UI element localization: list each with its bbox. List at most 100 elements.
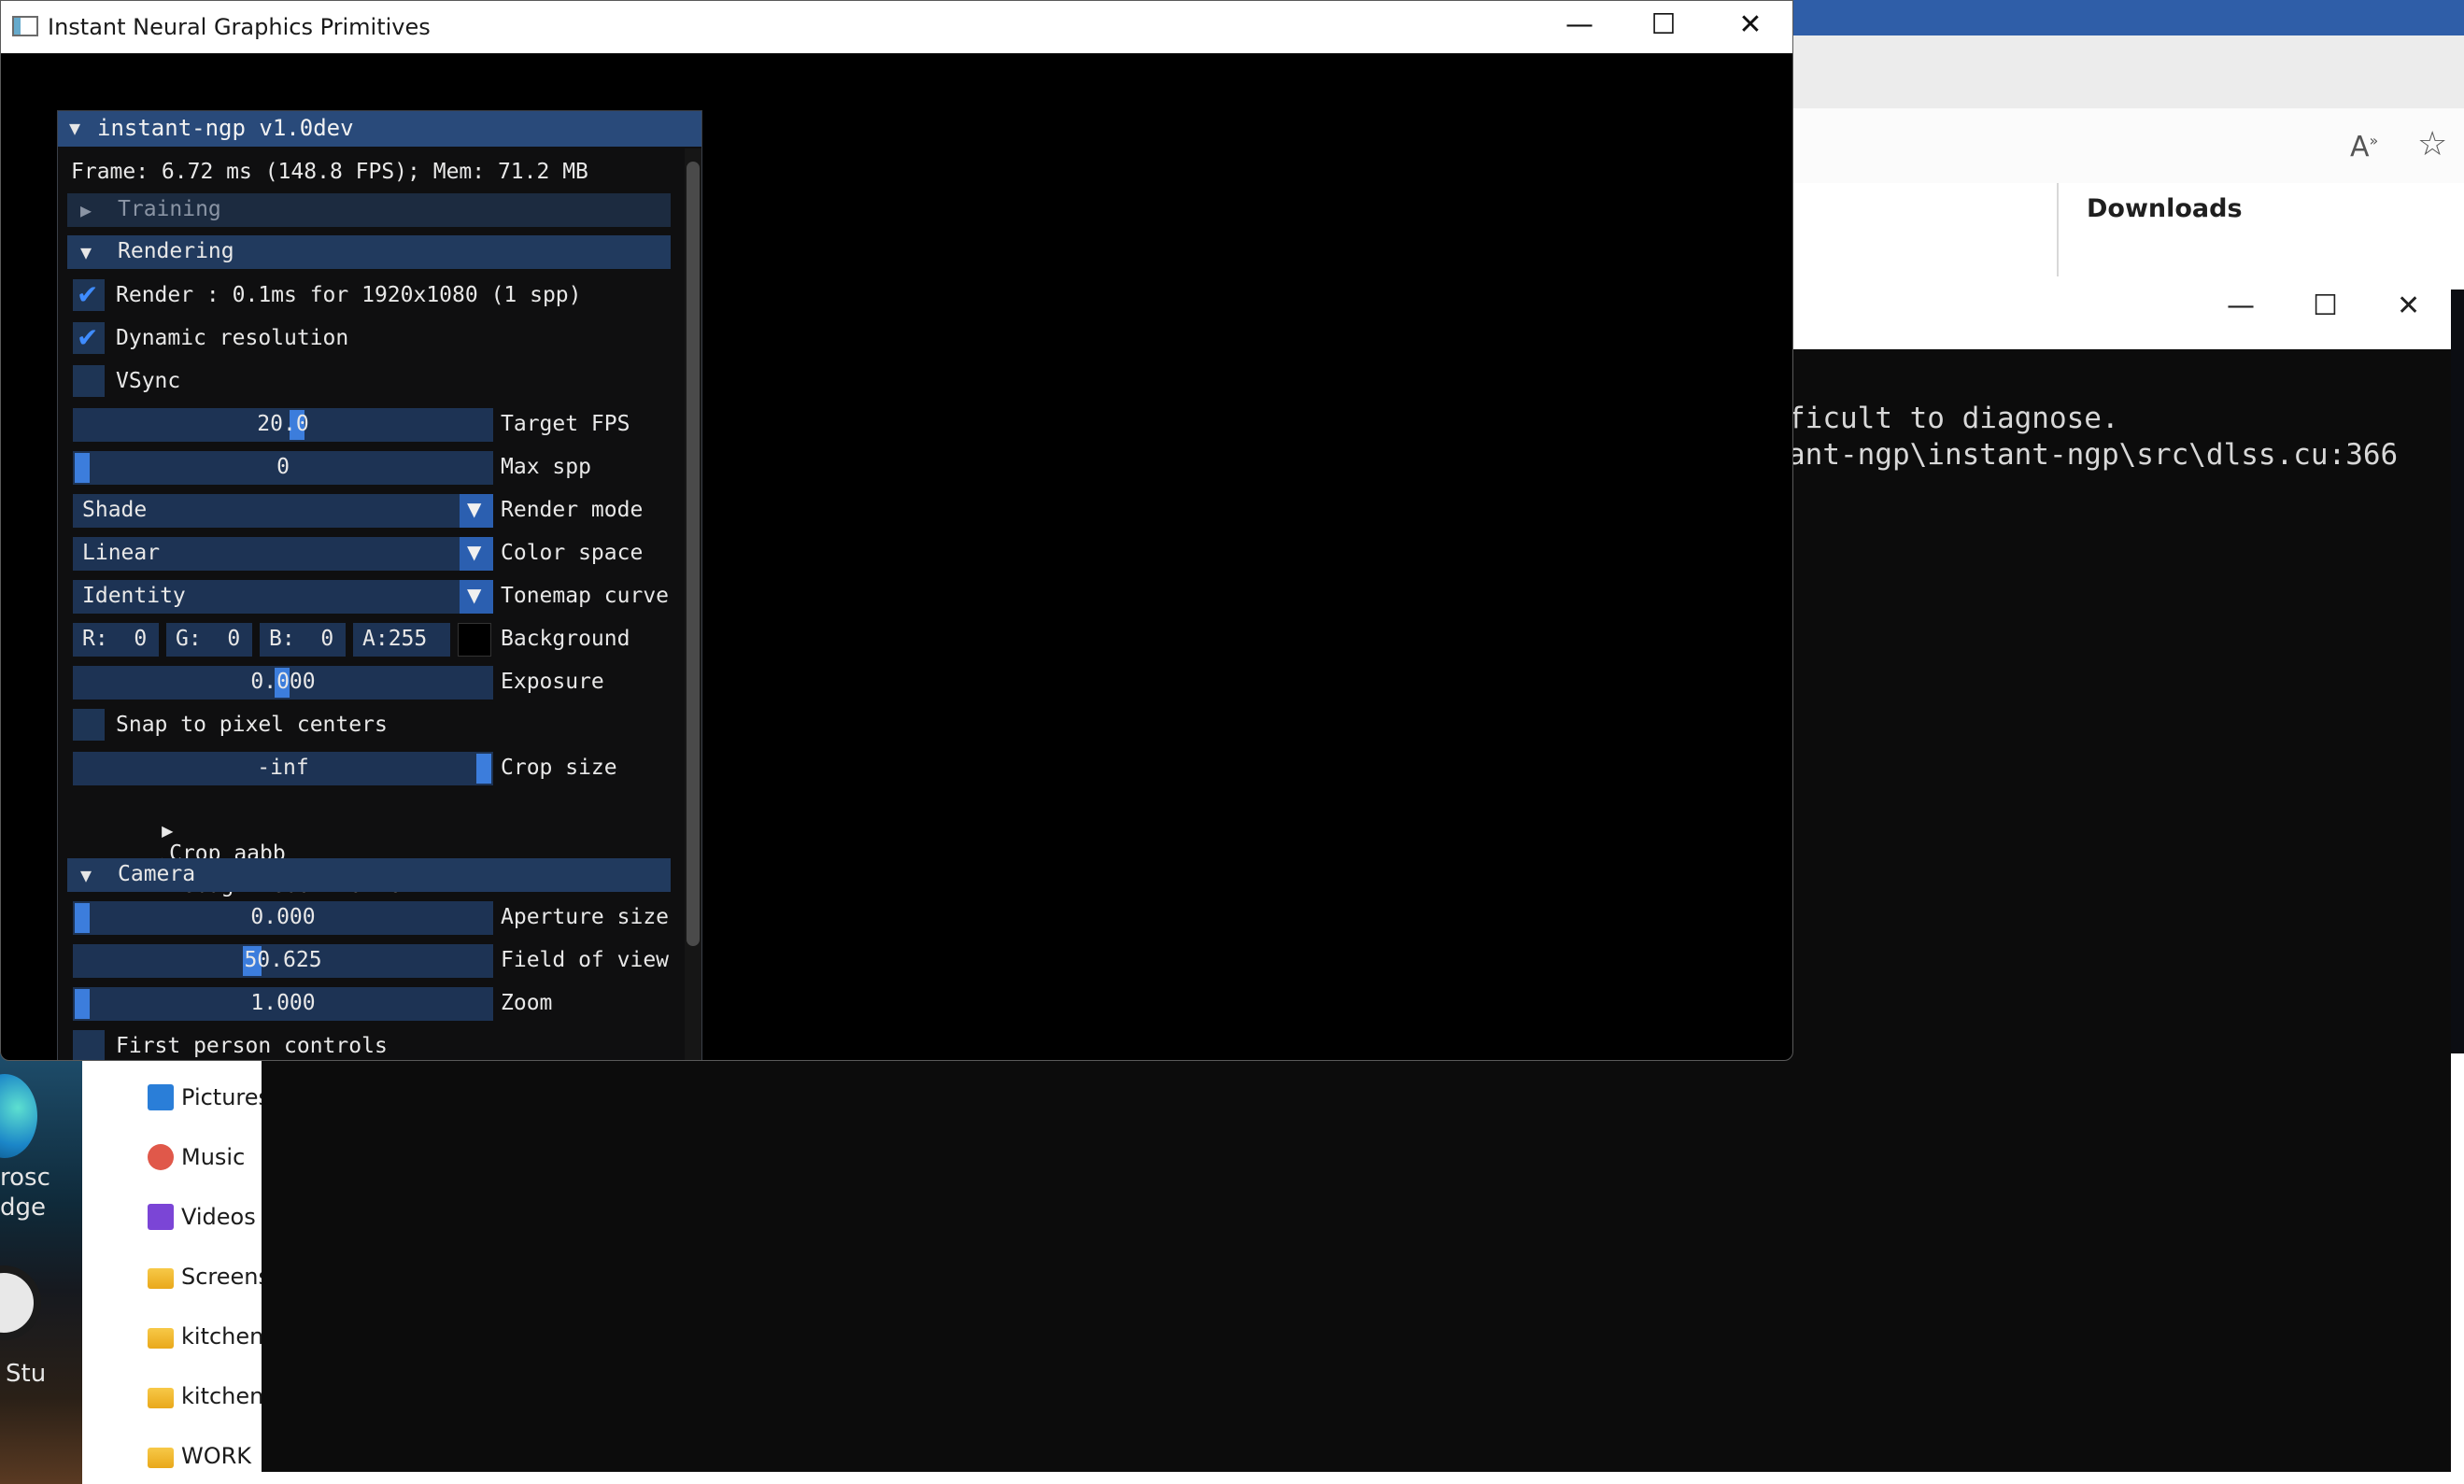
explorer-item-videos[interactable]: Videos — [148, 1194, 256, 1240]
render-mode-dropdown[interactable]: Shade — [73, 494, 493, 528]
explorer-item-label: WORK — [181, 1443, 252, 1469]
background-color-swatch[interactable] — [458, 623, 491, 657]
first-person-checkbox[interactable] — [73, 1030, 105, 1060]
imgui-panel[interactable]: ▼ instant-ngp v1.0dev Frame: 6.72 ms (14… — [57, 110, 702, 1060]
app-titlebar: Instant Neural Graphics Primitives — ☐ ✕ — [1, 1, 1792, 53]
panel-scrollbar[interactable] — [685, 148, 701, 1060]
favorites-star-icon[interactable]: ☆ — [2417, 125, 2447, 163]
panel-title: instant-ngp v1.0dev — [97, 115, 354, 141]
collapse-arrow-icon: ▼ — [80, 241, 92, 263]
close-icon[interactable]: ✕ — [1722, 8, 1778, 41]
app-title: Instant Neural Graphics Primitives — [48, 14, 431, 40]
browser-title-strip — [1681, 0, 2464, 35]
background-a-field[interactable]: A:255 — [353, 623, 450, 657]
scrollbar-thumb[interactable] — [687, 162, 700, 946]
panel-header[interactable]: ▼ instant-ngp v1.0dev — [58, 111, 701, 147]
target-fps-value: 20.0 — [257, 412, 309, 436]
exposure-slider[interactable]: 0.000 — [73, 666, 493, 700]
pictures-icon — [148, 1084, 174, 1110]
max-spp-value: 0 — [276, 455, 290, 479]
explorer-item-kitchen-1[interactable]: kitchen — [148, 1313, 263, 1360]
expand-arrow-icon: ▶ — [80, 199, 92, 221]
snap-pixel-centers-label: Snap to pixel centers — [116, 713, 388, 737]
terminal-minimize-icon[interactable]: — — [2227, 290, 2255, 322]
folder-icon — [148, 1388, 174, 1408]
folder-icon — [148, 1268, 174, 1289]
collapse-arrow-icon: ▼ — [80, 864, 92, 886]
background-b-field[interactable]: B: 0 — [260, 623, 346, 657]
explorer-item-label: kitchen — [181, 1383, 264, 1409]
target-fps-label: Target FPS — [501, 412, 630, 436]
field-of-view-label: Field of view — [501, 948, 670, 972]
dynamic-resolution-checkbox[interactable] — [73, 322, 105, 354]
chevron-down-icon[interactable] — [460, 494, 493, 528]
chevron-down-icon[interactable] — [460, 537, 493, 571]
section-rendering-label: Rendering — [118, 239, 234, 263]
render-mode-label: Render mode — [501, 498, 644, 522]
read-aloud-icon[interactable]: A» — [2350, 131, 2378, 163]
explorer-item-label: Music — [181, 1144, 246, 1170]
folder-icon — [148, 1328, 174, 1349]
exposure-label: Exposure — [501, 670, 604, 694]
explorer-item-kitchen-2[interactable]: kitchen — [148, 1373, 263, 1420]
minimize-icon[interactable]: — — [1551, 8, 1607, 41]
terminal-maximize-icon[interactable]: ☐ — [2313, 290, 2338, 322]
background-label: Background — [501, 627, 630, 651]
vsync-checkbox[interactable] — [73, 365, 105, 397]
terminal-output-line-1: ficult to diagnose. — [1788, 402, 2119, 435]
crop-size-label: Crop size — [501, 756, 617, 780]
maximize-icon[interactable]: ☐ — [1636, 8, 1692, 41]
aperture-size-slider[interactable]: 0.000 — [73, 901, 493, 935]
terminal-close-icon[interactable]: ✕ — [2397, 290, 2420, 322]
crop-size-value: -inf — [257, 756, 309, 780]
color-space-dropdown[interactable]: Linear — [73, 537, 493, 571]
background-r-field[interactable]: R: 0 — [73, 623, 159, 657]
crop-size-slider[interactable]: -inf — [73, 752, 493, 785]
background-g-field[interactable]: G: 0 — [166, 623, 252, 657]
desktop-label-obs: Stu — [6, 1360, 47, 1388]
instant-ngp-window: Instant Neural Graphics Primitives — ☐ ✕… — [0, 0, 1793, 1061]
aperture-size-label: Aperture size — [501, 905, 670, 929]
explorer-item-label: Videos — [181, 1204, 256, 1230]
exposure-value: 0.000 — [250, 670, 316, 694]
explorer-item-work[interactable]: WORK — [148, 1433, 251, 1479]
render-label: Render : 0.1ms for 1920x1080 (1 spp) — [116, 283, 582, 307]
color-space-value: Linear — [82, 541, 161, 565]
section-camera-label: Camera — [118, 862, 196, 886]
max-spp-slider[interactable]: 0 — [73, 451, 493, 485]
downloads-title: Downloads — [2087, 194, 2243, 223]
section-camera[interactable]: ▼ Camera — [67, 858, 671, 892]
collapse-arrow-icon[interactable]: ▼ — [69, 117, 80, 139]
app-window-icon — [12, 16, 38, 36]
section-training-label: Training — [118, 197, 221, 221]
render-checkbox[interactable] — [73, 279, 105, 311]
browser-tab-strip — [1681, 35, 2464, 108]
terminal-titlebar — [1789, 276, 2451, 349]
browser-address-bar[interactable] — [1681, 108, 2464, 184]
vsync-label: VSync — [116, 369, 181, 393]
tonemap-curve-dropdown[interactable]: Identity — [73, 580, 493, 614]
tonemap-curve-value: Identity — [82, 584, 186, 608]
music-icon — [148, 1144, 174, 1170]
explorer-item-pictures[interactable]: Pictures — [148, 1074, 270, 1121]
section-rendering[interactable]: ▼ Rendering — [67, 235, 671, 269]
snap-pixel-centers-checkbox[interactable] — [73, 709, 105, 741]
field-of-view-slider[interactable]: 50.625 — [73, 944, 493, 978]
first-person-label: First person controls — [116, 1034, 388, 1058]
desktop-label-edge-2: dge — [0, 1194, 47, 1222]
terminal-output-line-2: ant-ngp\instant-ngp\src\dlss.cu:366 — [1788, 438, 2399, 472]
section-training[interactable]: ▶ Training — [67, 193, 671, 227]
tonemap-curve-label: Tonemap curve — [501, 584, 670, 608]
explorer-item-label: kitchen — [181, 1323, 264, 1350]
zoom-slider[interactable]: 1.000 — [73, 987, 493, 1021]
zoom-label: Zoom — [501, 991, 553, 1015]
explorer-item-music[interactable]: Music — [148, 1134, 245, 1180]
render-mode-value: Shade — [82, 498, 148, 522]
target-fps-slider[interactable]: 20.0 — [73, 408, 493, 442]
color-space-label: Color space — [501, 541, 644, 565]
desktop-label-edge-1: rosc — [0, 1164, 50, 1192]
zoom-value: 1.000 — [250, 991, 316, 1015]
browser-window — [1681, 0, 2464, 290]
downloads-separator — [2057, 183, 2059, 290]
chevron-down-icon[interactable] — [460, 580, 493, 614]
